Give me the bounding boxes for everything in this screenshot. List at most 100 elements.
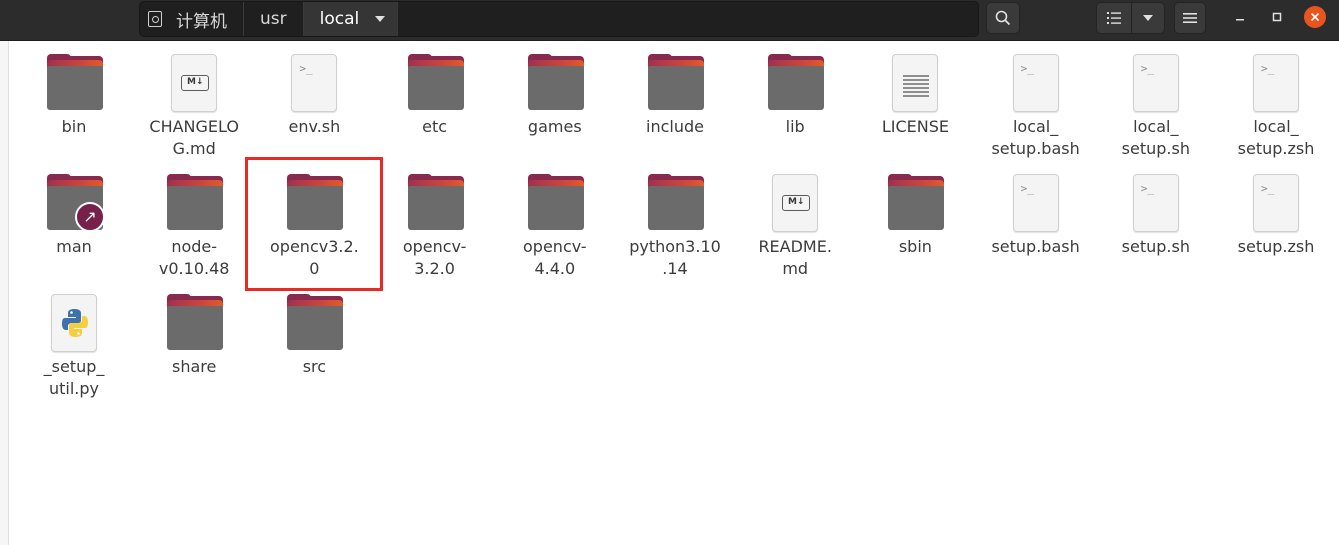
file-item[interactable]: >_ setup.zsh xyxy=(1216,168,1336,286)
maximize-button[interactable] xyxy=(1266,6,1288,28)
shell-script-icon: >_ xyxy=(1007,174,1065,232)
file-label: etc xyxy=(422,117,448,136)
hamburger-icon xyxy=(1183,13,1197,23)
file-label: opencv- 3.2.0 xyxy=(402,237,467,278)
folder-icon xyxy=(886,174,945,232)
file-label: README. md xyxy=(758,237,832,278)
folder-icon xyxy=(406,54,464,112)
file-label: python3.10 .14 xyxy=(629,237,721,278)
file-item[interactable]: >_ env.sh xyxy=(254,48,374,166)
file-item[interactable]: opencv3.2. 0 xyxy=(245,157,384,291)
file-item[interactable]: bin xyxy=(14,48,134,166)
minimize-icon xyxy=(1236,19,1244,21)
maximize-icon xyxy=(1272,12,1282,22)
file-label: lib xyxy=(785,117,805,136)
folder-icon xyxy=(165,294,224,352)
shell-script-icon: >_ xyxy=(1247,174,1305,232)
breadcrumb-label: 计算机 xyxy=(176,11,227,32)
file-label: share xyxy=(172,357,217,376)
chevron-down-icon xyxy=(1143,15,1153,21)
link-arrow-icon: ↗ xyxy=(75,202,105,232)
file-item[interactable]: python3.10 .14 xyxy=(615,168,735,286)
folder-link-icon: ↗ xyxy=(45,174,105,232)
file-item[interactable]: opencv- 4.4.0 xyxy=(495,168,615,286)
shell-script-icon: >_ xyxy=(1007,54,1065,112)
file-label: local_ setup.bash xyxy=(991,117,1080,158)
file-item[interactable]: include xyxy=(615,48,735,166)
markdown-file-icon: M↓ xyxy=(165,54,223,112)
folder-icon xyxy=(766,54,825,112)
folder-icon xyxy=(406,174,464,232)
header-bar: 计算机 usr local xyxy=(0,0,1339,41)
text-file-icon xyxy=(886,54,944,112)
file-item[interactable]: LICENSE xyxy=(855,48,975,166)
breadcrumb-computer[interactable]: 计算机 xyxy=(140,2,244,36)
shell-script-icon: >_ xyxy=(1247,54,1305,112)
breadcrumb-label: local xyxy=(319,9,360,29)
file-item[interactable]: lib xyxy=(735,48,855,166)
file-item[interactable]: etc xyxy=(375,48,495,166)
close-button[interactable] xyxy=(1304,6,1326,28)
folder-icon xyxy=(646,174,704,232)
folder-icon xyxy=(646,54,704,112)
file-label: opencv3.2. 0 xyxy=(270,237,359,278)
path-bar: 计算机 usr local xyxy=(139,1,979,37)
folder-icon xyxy=(165,174,224,232)
file-label: man xyxy=(56,237,92,256)
file-item[interactable]: ↗ man xyxy=(14,168,134,286)
file-label: setup.sh xyxy=(1121,237,1190,256)
file-label: env.sh xyxy=(288,117,341,136)
folder-icon xyxy=(285,294,344,352)
file-label: LICENSE xyxy=(881,117,949,136)
file-item[interactable]: >_ setup.bash xyxy=(976,168,1096,286)
file-label: opencv- 4.4.0 xyxy=(523,237,587,278)
file-item[interactable]: src xyxy=(254,288,374,406)
file-item[interactable]: sbin xyxy=(855,168,975,286)
chevron-down-icon[interactable] xyxy=(375,16,386,22)
folder-icon xyxy=(285,174,344,232)
breadcrumb-usr[interactable]: usr xyxy=(244,2,304,36)
markdown-file-icon: M↓ xyxy=(766,174,824,232)
folder-icon xyxy=(526,174,584,232)
breadcrumb-label: usr xyxy=(260,9,287,29)
file-item[interactable]: M↓ README. md xyxy=(735,168,855,286)
file-item[interactable]: share xyxy=(134,288,254,406)
file-label: src xyxy=(302,357,327,376)
file-label: include xyxy=(646,117,704,136)
file-label: node- v0.10.48 xyxy=(158,237,230,278)
file-item[interactable]: opencv- 3.2.0 xyxy=(375,168,495,286)
sidebar-edge xyxy=(0,41,9,545)
list-view-icon xyxy=(1107,12,1121,24)
file-item[interactable]: >_ setup.sh xyxy=(1096,168,1216,286)
shell-script-icon: >_ xyxy=(1127,174,1185,232)
file-item[interactable]: >_ local_ setup.bash xyxy=(976,48,1096,166)
python-file-icon xyxy=(45,294,103,352)
file-label: setup.bash xyxy=(991,237,1080,256)
search-button[interactable] xyxy=(986,2,1020,34)
search-icon xyxy=(995,10,1011,26)
view-mode-button[interactable] xyxy=(1096,2,1132,34)
file-label: CHANGELO G.md xyxy=(149,117,239,158)
file-item[interactable]: M↓ CHANGELO G.md xyxy=(134,48,254,166)
folder-icon xyxy=(45,54,103,112)
shell-script-icon: >_ xyxy=(285,54,343,112)
file-label: games xyxy=(527,117,582,136)
file-item[interactable]: _setup_ util.py xyxy=(14,288,134,406)
menu-button[interactable] xyxy=(1174,2,1206,34)
file-label: setup.zsh xyxy=(1237,237,1315,256)
file-item[interactable]: >_ local_ setup.zsh xyxy=(1216,48,1336,166)
minimize-button[interactable] xyxy=(1229,6,1251,28)
file-item[interactable]: node- v0.10.48 xyxy=(134,168,254,286)
file-label: local_ setup.sh xyxy=(1121,117,1190,158)
shell-script-icon: >_ xyxy=(1127,54,1185,112)
breadcrumb-local[interactable]: local xyxy=(303,2,399,36)
file-label: sbin xyxy=(898,237,932,256)
folder-icon xyxy=(526,54,584,112)
file-label: _setup_ util.py xyxy=(43,357,105,398)
file-label: bin xyxy=(61,117,87,136)
view-options-button[interactable] xyxy=(1132,2,1165,34)
file-item[interactable]: games xyxy=(495,48,615,166)
file-label: local_ setup.zsh xyxy=(1237,117,1315,158)
close-icon xyxy=(1310,12,1320,22)
file-item[interactable]: >_ local_ setup.sh xyxy=(1096,48,1216,166)
